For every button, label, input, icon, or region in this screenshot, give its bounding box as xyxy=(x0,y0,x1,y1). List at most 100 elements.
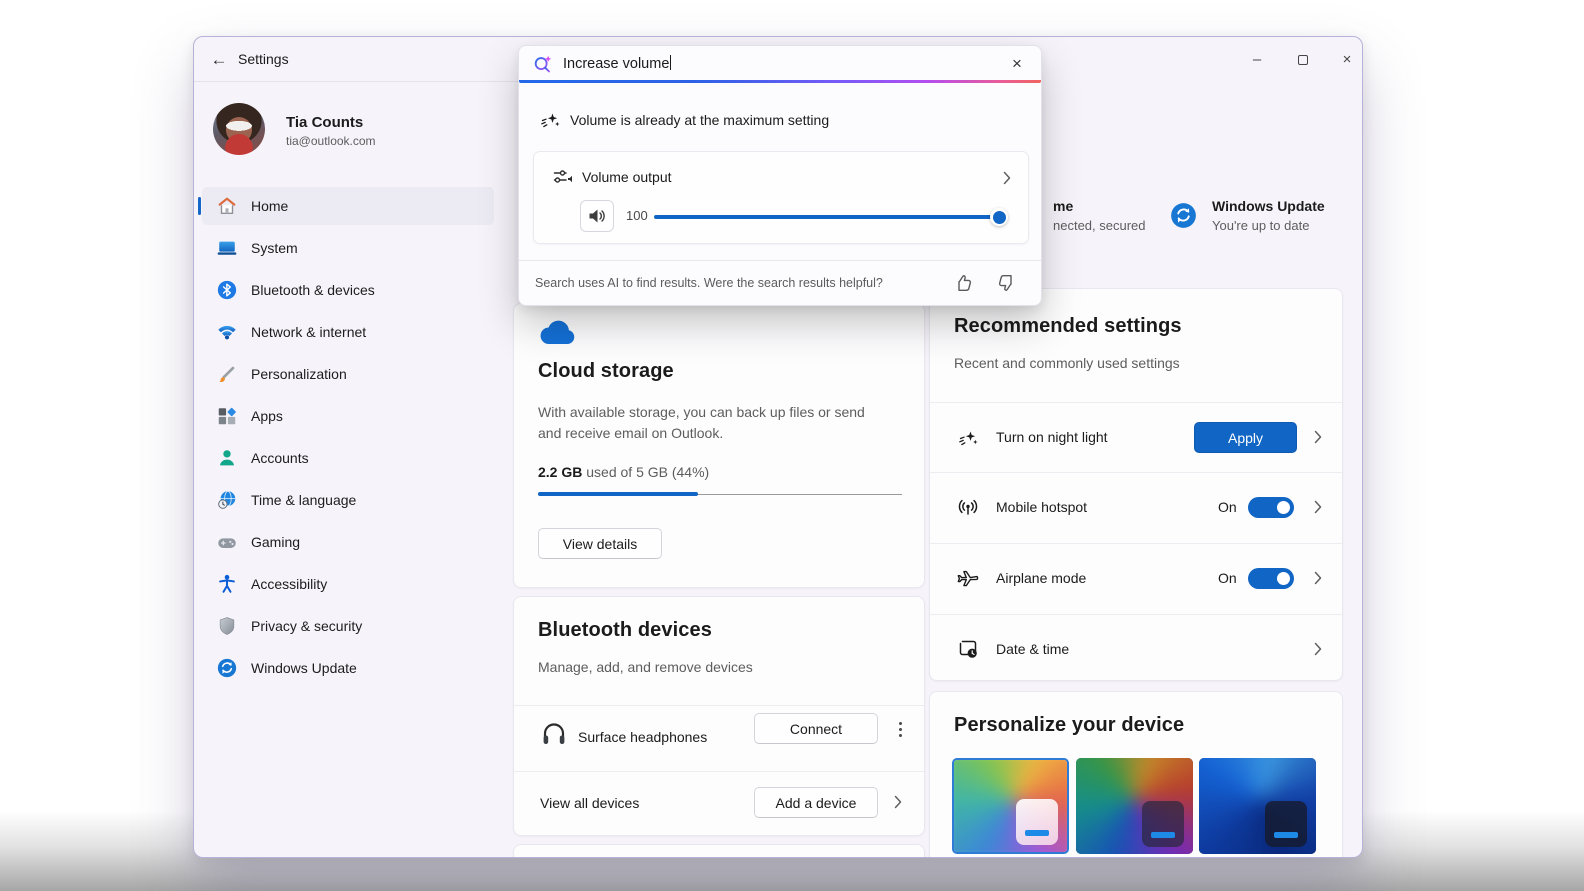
minimize-button[interactable]: – xyxy=(1242,51,1272,71)
gamepad-icon xyxy=(216,531,238,553)
calendar-clock-icon xyxy=(956,637,980,661)
toggle-knob xyxy=(1277,501,1290,514)
network-status-fragment: nected, secured xyxy=(1053,218,1146,233)
maximize-button[interactable] xyxy=(1288,51,1318,71)
row-label: Mobile hotspot xyxy=(996,499,1087,515)
recommended-settings-card: Recommended settings Recent and commonly… xyxy=(929,288,1343,681)
mobile-hotspot-row[interactable]: Mobile hotspot On xyxy=(930,472,1342,542)
toggle-knob xyxy=(1277,572,1290,585)
cloud-icon xyxy=(538,318,578,346)
view-all-devices-link[interactable]: View all devices xyxy=(540,795,639,811)
search-input[interactable]: Increase volume xyxy=(563,55,671,72)
theme-preview-window xyxy=(1016,799,1058,845)
bluetooth-icon xyxy=(216,279,238,301)
airplane-toggle[interactable] xyxy=(1248,568,1294,589)
theme-thumbnail-blue[interactable] xyxy=(1199,758,1316,854)
sidebar-item-windows-update[interactable]: Windows Update xyxy=(202,649,494,687)
sidebar-item-privacy-security[interactable]: Privacy & security xyxy=(202,607,494,645)
hotspot-icon xyxy=(956,495,980,519)
card-title: Recommended settings xyxy=(954,315,1182,338)
speaker-icon xyxy=(587,207,607,225)
row-label: Turn on night light xyxy=(996,429,1108,445)
connect-button[interactable]: Connect xyxy=(754,713,878,744)
theme-preview-window xyxy=(1142,801,1184,847)
device-name: Surface headphones xyxy=(578,729,707,745)
sidebar-item-apps[interactable]: Apps xyxy=(202,397,494,435)
row-label: Date & time xyxy=(996,641,1069,657)
sidebar-item-label: Privacy & security xyxy=(251,618,362,634)
theme-thumbnail-light-selected[interactable] xyxy=(952,758,1069,854)
sidebar-nav: Home System Bluetooth & devices Network … xyxy=(202,187,494,691)
chevron-right-icon xyxy=(1314,500,1322,514)
sidebar-item-home[interactable]: Home xyxy=(202,187,494,225)
wifi-icon xyxy=(216,321,238,343)
settings-window: ← Settings – × Tia Counts tia@outlook.co… xyxy=(193,36,1363,858)
chevron-right-icon[interactable] xyxy=(894,795,902,809)
slider-thumb[interactable] xyxy=(990,208,1008,226)
profile-name: Tia Counts xyxy=(286,114,363,131)
card-title: Cloud storage xyxy=(538,360,674,383)
toggle-state-label: On xyxy=(1218,570,1237,586)
personalize-card: Personalize your device xyxy=(929,691,1343,858)
volume-value: 100 xyxy=(626,208,648,223)
bluetooth-devices-card: Bluetooth devices Manage, add, and remov… xyxy=(513,596,925,836)
divider xyxy=(514,705,924,706)
ai-sparkle-icon xyxy=(956,425,980,449)
view-details-button[interactable]: View details xyxy=(538,528,662,559)
airplane-icon xyxy=(956,566,980,590)
maximize-icon xyxy=(1298,55,1308,65)
system-icon xyxy=(216,237,238,259)
cloud-description: With available storage, you can back up … xyxy=(538,402,890,444)
toggle-state-label: On xyxy=(1218,499,1237,515)
ai-search-icon xyxy=(532,53,554,75)
close-button[interactable]: × xyxy=(1332,51,1362,71)
sidebar-item-label: System xyxy=(251,240,298,256)
add-device-button[interactable]: Add a device xyxy=(754,787,878,818)
night-light-row[interactable]: Turn on night light Apply xyxy=(930,402,1342,472)
sidebar-item-label: Bluetooth & devices xyxy=(251,282,375,298)
card-title: Personalize your device xyxy=(954,714,1184,737)
profile-email: tia@outlook.com xyxy=(286,134,376,148)
thumbs-down-icon[interactable] xyxy=(995,272,1017,294)
speaker-mute-button[interactable] xyxy=(580,200,614,232)
airplane-mode-row[interactable]: Airplane mode On xyxy=(930,543,1342,613)
theme-thumbnail-dark[interactable] xyxy=(1076,758,1193,854)
sidebar-item-system[interactable]: System xyxy=(202,229,494,267)
sidebar-item-bluetooth-devices[interactable]: Bluetooth & devices xyxy=(202,271,494,309)
windows-update-status-icon xyxy=(1170,202,1197,229)
card-title: Bluetooth devices xyxy=(538,619,712,642)
date-time-row[interactable]: Date & time xyxy=(930,614,1342,684)
sidebar-item-time-language[interactable]: Time & language xyxy=(202,481,494,519)
sidebar-item-gaming[interactable]: Gaming xyxy=(202,523,494,561)
search-bar[interactable]: Increase volume × xyxy=(519,46,1041,81)
sidebar-item-accounts[interactable]: Accounts xyxy=(202,439,494,477)
sidebar-item-label: Personalization xyxy=(251,366,347,382)
volume-output-card[interactable]: Volume output 100 xyxy=(533,151,1029,244)
sidebar-item-network-internet[interactable]: Network & internet xyxy=(202,313,494,351)
back-button[interactable]: ← xyxy=(206,48,232,72)
sidebar-item-label: Windows Update xyxy=(251,660,357,676)
chevron-right-icon xyxy=(1314,571,1322,585)
apply-button[interactable]: Apply xyxy=(1194,422,1297,453)
desktop: ← Settings – × Tia Counts tia@outlook.co… xyxy=(0,0,1584,891)
chevron-right-icon[interactable] xyxy=(1003,171,1011,185)
theme-preview-window xyxy=(1265,801,1307,847)
account-profile[interactable]: Tia Counts tia@outlook.com xyxy=(213,103,503,159)
apps-icon xyxy=(216,405,238,427)
sidebar-item-label: Accounts xyxy=(251,450,309,466)
sidebar-item-label: Gaming xyxy=(251,534,300,550)
search-close-icon[interactable]: × xyxy=(1005,52,1029,76)
volume-output-label: Volume output xyxy=(582,169,672,185)
more-options-icon[interactable] xyxy=(892,719,908,739)
search-footer-text: Search uses AI to find results. Were the… xyxy=(535,276,883,290)
thumbs-up-icon[interactable] xyxy=(953,272,975,294)
sidebar-item-personalization[interactable]: Personalization xyxy=(202,355,494,393)
divider xyxy=(514,771,924,772)
home-icon xyxy=(216,195,238,217)
sidebar-item-accessibility[interactable]: Accessibility xyxy=(202,565,494,603)
storage-used-value: 2.2 GB xyxy=(538,464,582,480)
volume-slider[interactable] xyxy=(654,215,1000,219)
volume-mixer-icon xyxy=(551,165,575,189)
hotspot-toggle[interactable] xyxy=(1248,497,1294,518)
ai-answer-text: Volume is already at the maximum setting xyxy=(570,112,829,128)
